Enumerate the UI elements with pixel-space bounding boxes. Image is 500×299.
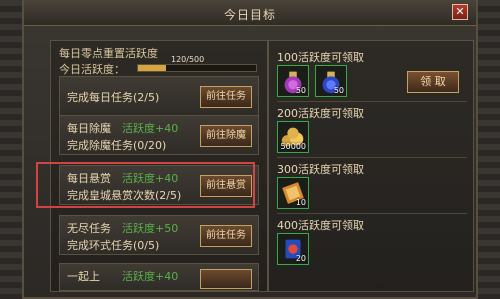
reward-row: 300活跃度可领取 10 xyxy=(277,159,467,214)
reward-item[interactable]: 50 xyxy=(277,65,309,97)
close-button[interactable]: ✕ xyxy=(452,4,468,20)
activity-progress-fill xyxy=(138,65,167,71)
task-name: 每日除魔 xyxy=(67,122,111,135)
daily-goals-window: 今日目标 ✕ 每日零点重置活跃度 今日活跃度： 120/500 完成每日任务(2… xyxy=(22,0,478,299)
reward-item[interactable]: 50000 xyxy=(277,121,309,153)
task-name: 无尽任务 xyxy=(67,222,111,235)
item-count: 20 xyxy=(295,254,306,263)
receive-button[interactable]: 领 取 xyxy=(407,71,459,93)
task-points: 活跃度+50 xyxy=(122,222,179,235)
reward-panel: 100活跃度可领取 50 50 领 取 200活跃度可领取 50000 300活… xyxy=(268,40,474,292)
goto-button-partial[interactable] xyxy=(200,269,252,289)
reward-item[interactable]: 20 xyxy=(277,233,309,265)
reward-title: 400活跃度可领取 xyxy=(277,219,364,232)
goto-demon-button[interactable]: 前往除魔 xyxy=(200,125,252,147)
task-name: 一起上 xyxy=(67,270,100,283)
task-desc: 完成每日任务(2/5) xyxy=(67,91,160,104)
title-bar: 今日目标 ✕ xyxy=(24,0,476,26)
task-desc: 完成环式任务(0/5) xyxy=(67,239,160,252)
reward-row: 100活跃度可领取 50 50 领 取 xyxy=(277,47,467,102)
activity-header: 每日零点重置活跃度 xyxy=(59,47,158,60)
activity-progress-bar xyxy=(137,64,257,72)
activity-progress-label: 今日活跃度： xyxy=(59,63,125,76)
reward-row: 400活跃度可领取 20 xyxy=(277,215,467,270)
task-points: 活跃度+40 xyxy=(122,122,179,135)
reward-title: 100活跃度可领取 xyxy=(277,51,364,64)
task-row: 无尽任务 活跃度+50 完成环式任务(0/5) 前往任务 xyxy=(59,215,259,255)
reward-row: 200活跃度可领取 50000 xyxy=(277,103,467,158)
goto-endless-button[interactable]: 前往任务 xyxy=(200,225,252,247)
highlight-box xyxy=(36,162,255,208)
item-count: 50 xyxy=(333,86,344,95)
reward-item[interactable]: 50 xyxy=(315,65,347,97)
item-count: 10 xyxy=(295,198,306,207)
task-points: 活跃度+40 xyxy=(122,270,179,283)
reward-title: 200活跃度可领取 xyxy=(277,107,364,120)
goto-task-button[interactable]: 前往任务 xyxy=(200,86,252,108)
reward-item[interactable]: 10 xyxy=(277,177,309,209)
task-row: 完成每日任务(2/5) 前往任务 xyxy=(59,76,259,116)
item-count: 50 xyxy=(295,86,306,95)
item-count: 50000 xyxy=(280,142,306,151)
activity-progress-text: 120/500 xyxy=(171,55,205,64)
task-row: 每日除魔 活跃度+40 完成除魔任务(0/20) 前往除魔 xyxy=(59,115,259,155)
reward-title: 300活跃度可领取 xyxy=(277,163,364,176)
close-icon: ✕ xyxy=(455,5,465,18)
task-row: 一起上 活跃度+40 xyxy=(59,263,259,291)
task-desc: 完成除魔任务(0/20) xyxy=(67,139,167,152)
window-title: 今日目标 xyxy=(223,8,276,22)
